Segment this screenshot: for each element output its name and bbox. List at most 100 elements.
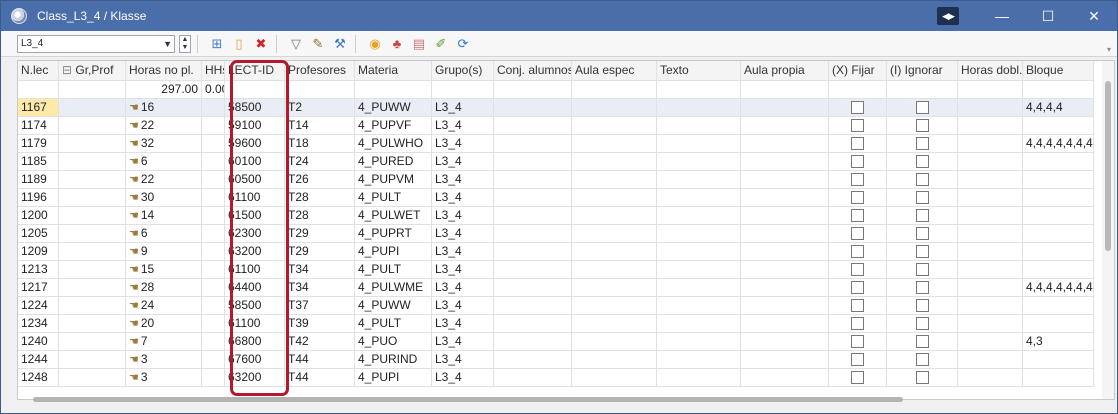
cell-lect-id[interactable]: 61100	[225, 315, 285, 332]
cell-lect-id[interactable]: 61100	[225, 189, 285, 206]
fijar-checkbox[interactable]	[851, 371, 864, 384]
cell-aula-espec[interactable]	[572, 369, 657, 386]
cell-fijar[interactable]	[829, 243, 887, 260]
cell-materia[interactable]: 4_PUWW	[355, 99, 432, 116]
cell-grprof[interactable]	[59, 351, 126, 368]
horizontal-scroll-thumb[interactable]	[33, 397, 903, 402]
cell-conj[interactable]	[494, 153, 572, 170]
cell-lect-id[interactable]: 60100	[225, 153, 285, 170]
cell-bloque[interactable]	[1023, 225, 1094, 242]
print-icon[interactable]: ▤	[410, 35, 428, 53]
cell-conj[interactable]	[494, 261, 572, 278]
cell-aula-espec[interactable]	[572, 135, 657, 152]
cell-horas[interactable]: ☚ 3	[126, 351, 202, 368]
fijar-checkbox[interactable]	[851, 245, 864, 258]
cell-conj[interactable]	[494, 117, 572, 134]
cell-aula-propia[interactable]	[741, 225, 829, 242]
cell-aula-propia[interactable]	[741, 279, 829, 296]
cell-grupo[interactable]: L3_4	[432, 189, 494, 206]
cell-conj[interactable]	[494, 315, 572, 332]
cell-ignorar[interactable]	[887, 153, 958, 170]
chevron-down-icon[interactable]: ▼	[163, 36, 172, 52]
cell-lect-id[interactable]: 61500	[225, 207, 285, 224]
cell-grprof[interactable]	[59, 297, 126, 314]
cell-fijar[interactable]	[829, 297, 887, 314]
cell-grupo[interactable]: L3_4	[432, 297, 494, 314]
cell-grprof[interactable]	[59, 135, 126, 152]
cell-profesores[interactable]: T44	[285, 351, 355, 368]
cell-profesores[interactable]: T34	[285, 261, 355, 278]
cell-horas-dobl[interactable]	[958, 315, 1023, 332]
cell-grupo[interactable]: L3_4	[432, 207, 494, 224]
cell-profesores[interactable]: T18	[285, 135, 355, 152]
cell-hhs[interactable]	[202, 99, 225, 116]
cell-fijar[interactable]	[829, 369, 887, 386]
cell-lect-id[interactable]: 62300	[225, 225, 285, 242]
cell-nlec[interactable]: 1174	[18, 117, 59, 134]
cell-aula-espec[interactable]	[572, 261, 657, 278]
cell-profesores[interactable]: T29	[285, 243, 355, 260]
minimize-button[interactable]: —	[979, 1, 1025, 31]
cell-ignorar[interactable]	[887, 297, 958, 314]
cell-aula-espec[interactable]	[572, 225, 657, 242]
cell-nlec[interactable]: 1213	[18, 261, 59, 278]
cell-conj[interactable]	[494, 189, 572, 206]
cell-hhs[interactable]	[202, 261, 225, 278]
cell-horas-dobl[interactable]	[958, 297, 1023, 314]
cell-bloque[interactable]	[1023, 261, 1094, 278]
table-row[interactable]: 1185 ☚ 6 60100 T24 4_PURED L3_4	[18, 153, 1094, 171]
cell-horas-dobl[interactable]	[958, 171, 1023, 188]
cell-materia[interactable]: 4_PULT	[355, 261, 432, 278]
cell-ignorar[interactable]	[887, 207, 958, 224]
cell-grprof[interactable]	[59, 171, 126, 188]
spinner-icon[interactable]: ▲ ▼	[179, 34, 191, 53]
cell-horas[interactable]: ☚ 15	[126, 261, 202, 278]
cell-grupo[interactable]: L3_4	[432, 99, 494, 116]
cell-horas-dobl[interactable]	[958, 369, 1023, 386]
table-row[interactable]: 1174 ☚ 22 59100 T14 4_PUPVF L3_4	[18, 117, 1094, 135]
cell-ignorar[interactable]	[887, 315, 958, 332]
cell-horas-dobl[interactable]	[958, 117, 1023, 134]
cell-materia[interactable]: 4_PULWHO	[355, 135, 432, 152]
cell-lect-id[interactable]: 63200	[225, 243, 285, 260]
fijar-checkbox[interactable]	[851, 317, 864, 330]
header-col-grupo[interactable]: Grupo(s)	[432, 61, 494, 80]
cell-texto[interactable]	[657, 171, 741, 188]
cell-materia[interactable]: 4_PULWET	[355, 207, 432, 224]
header-col-fijar[interactable]: (X) Fijar	[829, 61, 887, 80]
pin-icon[interactable]: ✎	[309, 35, 327, 53]
cell-bloque[interactable]	[1023, 171, 1094, 188]
cell-horas-dobl[interactable]	[958, 333, 1023, 350]
cell-grprof[interactable]	[59, 189, 126, 206]
cell-ignorar[interactable]	[887, 261, 958, 278]
cell-materia[interactable]: 4_PUPRT	[355, 225, 432, 242]
cell-bloque[interactable]	[1023, 315, 1094, 332]
edit-icon[interactable]: ✐	[432, 35, 450, 53]
cell-ignorar[interactable]	[887, 369, 958, 386]
ignorar-checkbox[interactable]	[915, 245, 929, 258]
cell-fijar[interactable]	[829, 171, 887, 188]
cell-grupo[interactable]: L3_4	[432, 117, 494, 134]
table-row[interactable]: 1205 ☚ 6 62300 T29 4_PUPRT L3_4	[18, 225, 1094, 243]
cell-texto[interactable]	[657, 261, 741, 278]
table-row[interactable]: 1213 ☚ 15 61100 T34 4_PULT L3_4	[18, 261, 1094, 279]
cell-hhs[interactable]	[202, 369, 225, 386]
cell-grupo[interactable]: L3_4	[432, 369, 494, 386]
cell-aula-propia[interactable]	[741, 297, 829, 314]
cell-nlec[interactable]: 1196	[18, 189, 59, 206]
cell-aula-propia[interactable]	[741, 333, 829, 350]
cell-hhs[interactable]	[202, 279, 225, 296]
vertical-scrollbar[interactable]	[1102, 61, 1114, 399]
cell-bloque[interactable]	[1023, 351, 1094, 368]
cell-profesores[interactable]: T28	[285, 207, 355, 224]
ignorar-checkbox[interactable]	[915, 209, 929, 222]
cell-grupo[interactable]: L3_4	[432, 333, 494, 350]
cell-bloque[interactable]	[1023, 369, 1094, 386]
cell-profesores[interactable]: T39	[285, 315, 355, 332]
cell-nlec[interactable]: 1224	[18, 297, 59, 314]
cell-ignorar[interactable]	[887, 135, 958, 152]
cell-lect-id[interactable]: 58500	[225, 99, 285, 116]
cell-texto[interactable]	[657, 189, 741, 206]
cell-fijar[interactable]	[829, 351, 887, 368]
ignorar-checkbox[interactable]	[915, 155, 929, 168]
